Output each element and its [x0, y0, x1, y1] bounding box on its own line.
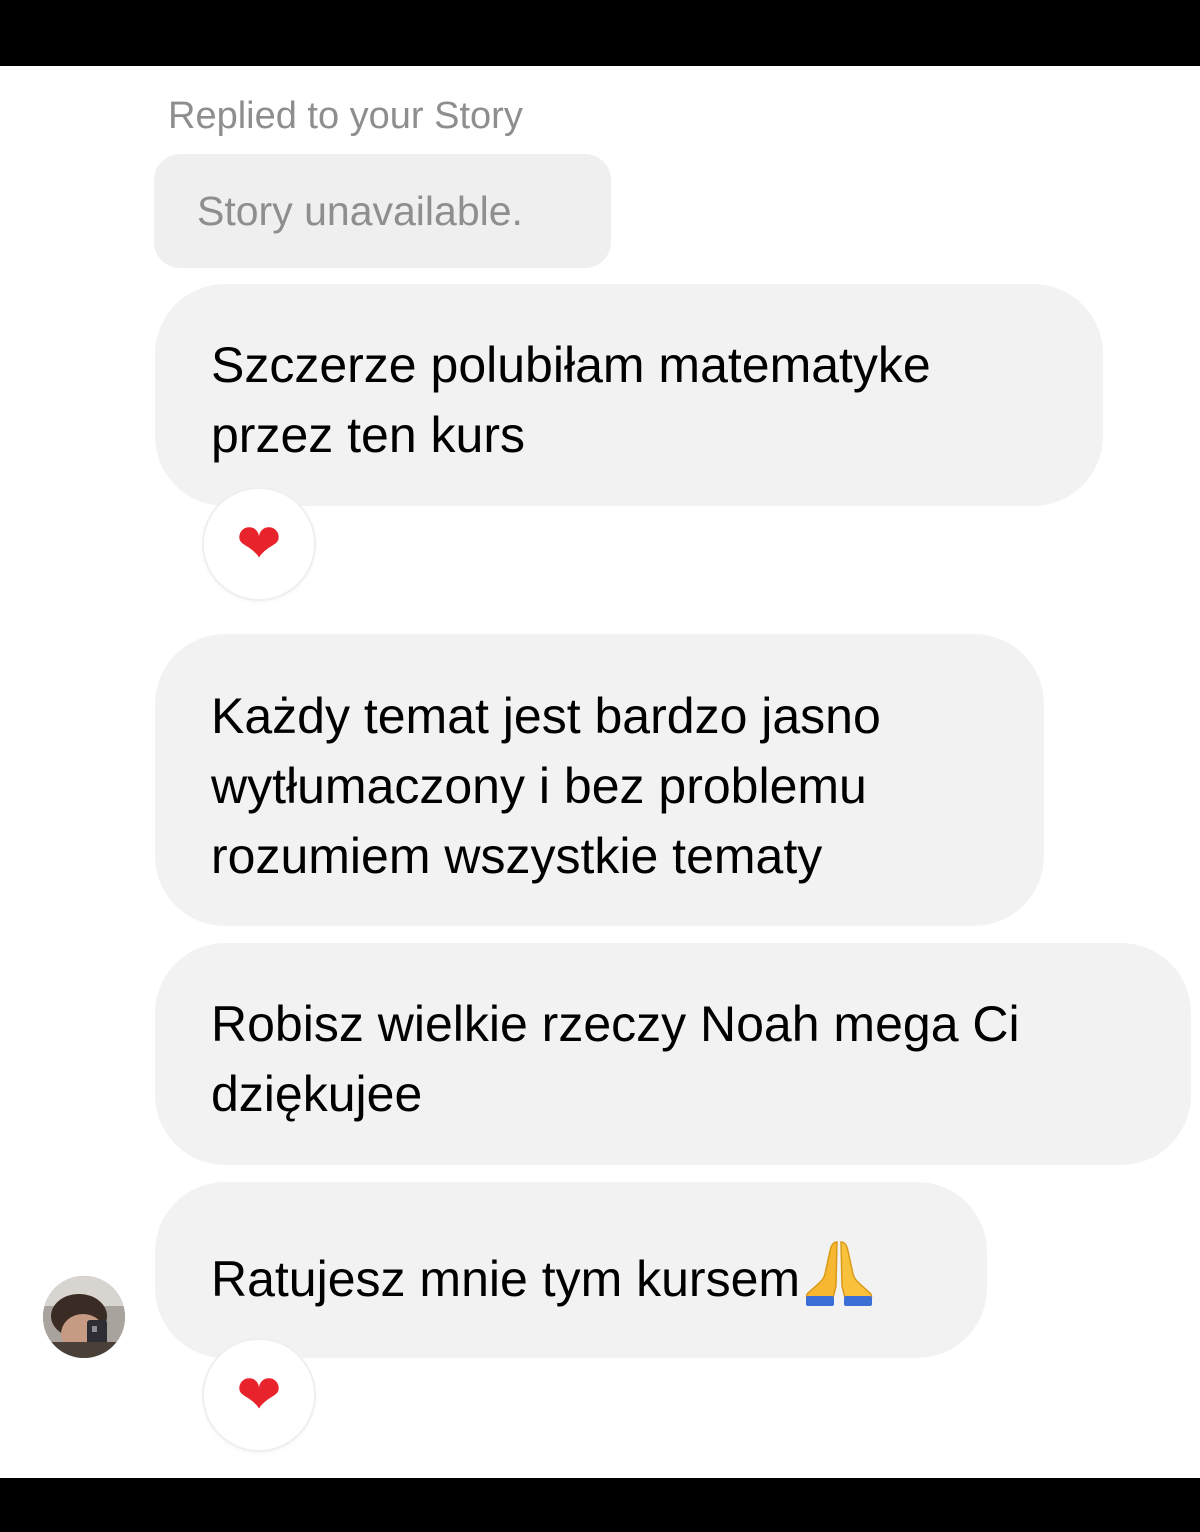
story-preview-unavailable[interactable]: Story unavailable.	[154, 154, 611, 268]
message-text-line: rozumiem wszystkie tematy	[211, 828, 823, 884]
message-bubble[interactable]: Ratujesz mnie tym kursem	[155, 1182, 987, 1358]
top-black-bar	[0, 0, 1200, 66]
avatar-photo	[43, 1276, 125, 1358]
message-text-line: Każdy temat jest bardzo jasno	[211, 688, 881, 744]
message-text-line: dziękujee	[211, 1066, 423, 1122]
sender-avatar[interactable]	[43, 1276, 125, 1358]
message-text: Ratujesz mnie tym kursem	[211, 1251, 801, 1307]
message-text-line-with-emoji: Ratujesz mnie tym kursem	[211, 1236, 967, 1314]
heart-icon: ❤	[236, 512, 282, 575]
story-reply-label: Replied to your Story	[168, 95, 523, 137]
message-reaction[interactable]: ❤	[204, 489, 314, 599]
praying-hands-icon	[805, 1241, 873, 1306]
bottom-black-bar	[0, 1478, 1200, 1532]
message-text-line: przez ten kurs	[211, 407, 526, 463]
heart-icon: ❤	[236, 1363, 282, 1426]
message-text-line: Szczerze polubiłam matematyke	[211, 337, 931, 393]
message-text-line: wytłumaczony i bez problemu	[211, 758, 867, 814]
message-bubble[interactable]: Szczerze polubiłam matematyke przez ten …	[155, 284, 1103, 506]
message-text-line: Robisz wielkie rzeczy Noah mega Ci	[211, 996, 1020, 1052]
message-bubble[interactable]: Każdy temat jest bardzo jasno wytłumaczo…	[155, 634, 1044, 926]
message-bubble[interactable]: Robisz wielkie rzeczy Noah mega Ci dzięk…	[155, 943, 1191, 1165]
story-status-text: Story unavailable.	[197, 188, 523, 234]
message-reaction[interactable]: ❤	[204, 1340, 314, 1450]
